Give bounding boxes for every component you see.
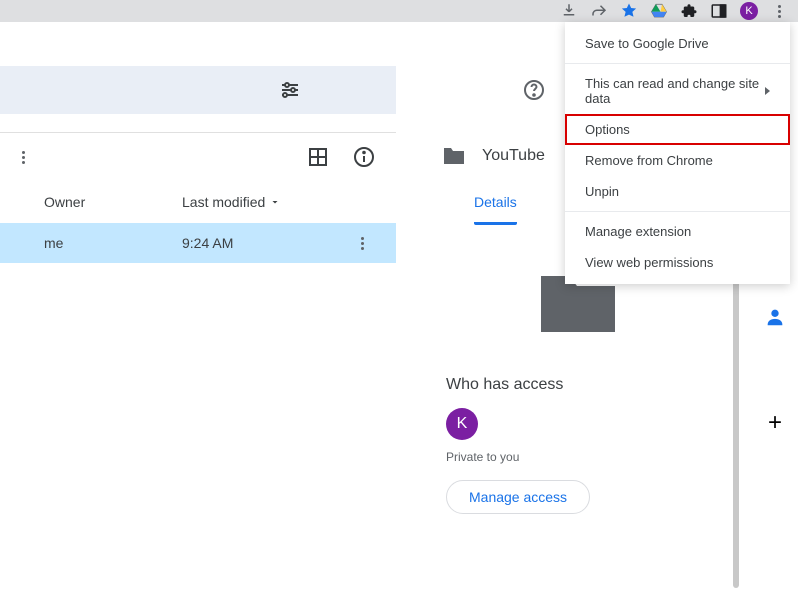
table-header: Owner Last modified <box>0 181 396 223</box>
download-icon[interactable] <box>560 2 578 20</box>
menu-separator <box>565 63 790 64</box>
menu-save-to-drive[interactable]: Save to Google Drive <box>565 28 790 59</box>
folder-icon <box>442 146 466 166</box>
details-scroll-area: Who has access K Private to you Manage a… <box>420 232 736 598</box>
cell-owner: me <box>44 235 182 251</box>
contacts-icon[interactable] <box>764 306 786 328</box>
tab-details[interactable]: Details <box>474 182 517 225</box>
info-icon[interactable] <box>352 145 376 169</box>
sort-desc-icon <box>269 196 281 208</box>
bookmark-star-icon[interactable] <box>620 2 638 20</box>
menu-item-label: Manage extension <box>585 224 691 239</box>
menu-item-label: Save to Google Drive <box>585 36 709 51</box>
share-icon[interactable] <box>590 2 608 20</box>
profile-avatar[interactable]: K <box>740 2 758 20</box>
more-actions-icon[interactable] <box>14 148 32 166</box>
help-icon[interactable] <box>520 76 548 104</box>
manage-access-button[interactable]: Manage access <box>446 480 590 514</box>
browser-toolbar: K <box>0 0 798 22</box>
extensions-puzzle-icon[interactable] <box>680 2 698 20</box>
sidepanel-icon[interactable] <box>710 2 728 20</box>
chrome-menu-icon[interactable] <box>770 2 788 20</box>
menu-manage-extension[interactable]: Manage extension <box>565 216 790 247</box>
menu-site-data[interactable]: This can read and change site data <box>565 68 790 114</box>
menu-item-label: Remove from Chrome <box>585 153 713 168</box>
access-private-text: Private to you <box>446 450 710 464</box>
filter-sliders-icon[interactable] <box>278 78 302 102</box>
access-heading: Who has access <box>446 376 710 394</box>
grid-view-icon[interactable] <box>306 145 330 169</box>
list-actions-row <box>0 133 396 181</box>
menu-view-permissions[interactable]: View web permissions <box>565 247 790 278</box>
menu-remove[interactable]: Remove from Chrome <box>565 145 790 176</box>
menu-item-label: Unpin <box>585 184 619 199</box>
cell-modified: 9:24 AM <box>182 235 350 251</box>
filter-toolbar <box>0 66 396 114</box>
drive-extension-icon[interactable] <box>650 2 668 20</box>
submenu-caret-icon <box>765 87 770 95</box>
menu-separator <box>565 211 790 212</box>
menu-item-label: This can read and change site data <box>585 76 765 106</box>
menu-unpin[interactable]: Unpin <box>565 176 790 207</box>
column-owner[interactable]: Owner <box>44 194 182 210</box>
table-row[interactable]: me 9:24 AM <box>0 223 396 263</box>
scrollbar[interactable] <box>733 232 739 588</box>
file-list-panel: Owner Last modified me 9:24 AM <box>0 132 396 598</box>
column-last-modified[interactable]: Last modified <box>182 194 281 210</box>
column-last-modified-label: Last modified <box>182 194 265 210</box>
menu-options[interactable]: Options <box>565 114 790 145</box>
details-title: YouTube <box>482 147 545 165</box>
extension-context-menu: Save to Google Drive This can read and c… <box>565 22 790 284</box>
menu-item-label: View web permissions <box>585 255 713 270</box>
row-more-icon[interactable] <box>350 231 374 255</box>
owner-avatar[interactable]: K <box>446 408 478 440</box>
add-icon[interactable]: + <box>764 412 786 434</box>
menu-item-label: Options <box>585 122 630 137</box>
